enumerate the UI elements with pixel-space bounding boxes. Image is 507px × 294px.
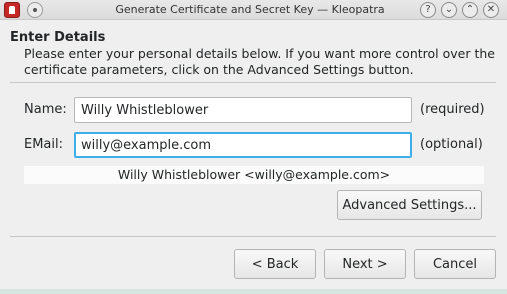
next-button[interactable]: Next > (324, 249, 406, 279)
user-id-preview: Willy Whistleblower <willy@example.com> (24, 166, 484, 184)
email-label: EMail: (24, 137, 63, 152)
bottom-strip (0, 289, 507, 294)
back-button[interactable]: < Back (234, 249, 316, 279)
kleopatra-app-icon (4, 2, 20, 18)
intro-text: Please enter your personal details below… (24, 46, 495, 77)
header-divider (10, 82, 496, 83)
help-icon[interactable]: ? (420, 2, 436, 18)
email-input[interactable] (74, 132, 412, 158)
maximize-icon[interactable]: ⌃ (462, 2, 478, 18)
name-required-hint: (required) (420, 102, 485, 117)
name-label: Name: (24, 102, 67, 117)
window-titlebar: Generate Certificate and Secret Key — Kl… (0, 0, 507, 20)
footer-divider (10, 236, 496, 237)
advanced-settings-button[interactable]: Advanced Settings... (337, 190, 482, 220)
email-optional-hint: (optional) (420, 137, 483, 152)
window-menu-icon[interactable] (27, 2, 43, 18)
minimize-icon[interactable]: ⌄ (441, 2, 457, 18)
close-icon[interactable]: ✕ (483, 2, 499, 18)
cancel-button[interactable]: Cancel (414, 249, 496, 279)
window-title: Generate Certificate and Secret Key — Kl… (115, 3, 385, 16)
name-input[interactable] (74, 97, 412, 123)
page-heading: Enter Details (10, 30, 106, 45)
